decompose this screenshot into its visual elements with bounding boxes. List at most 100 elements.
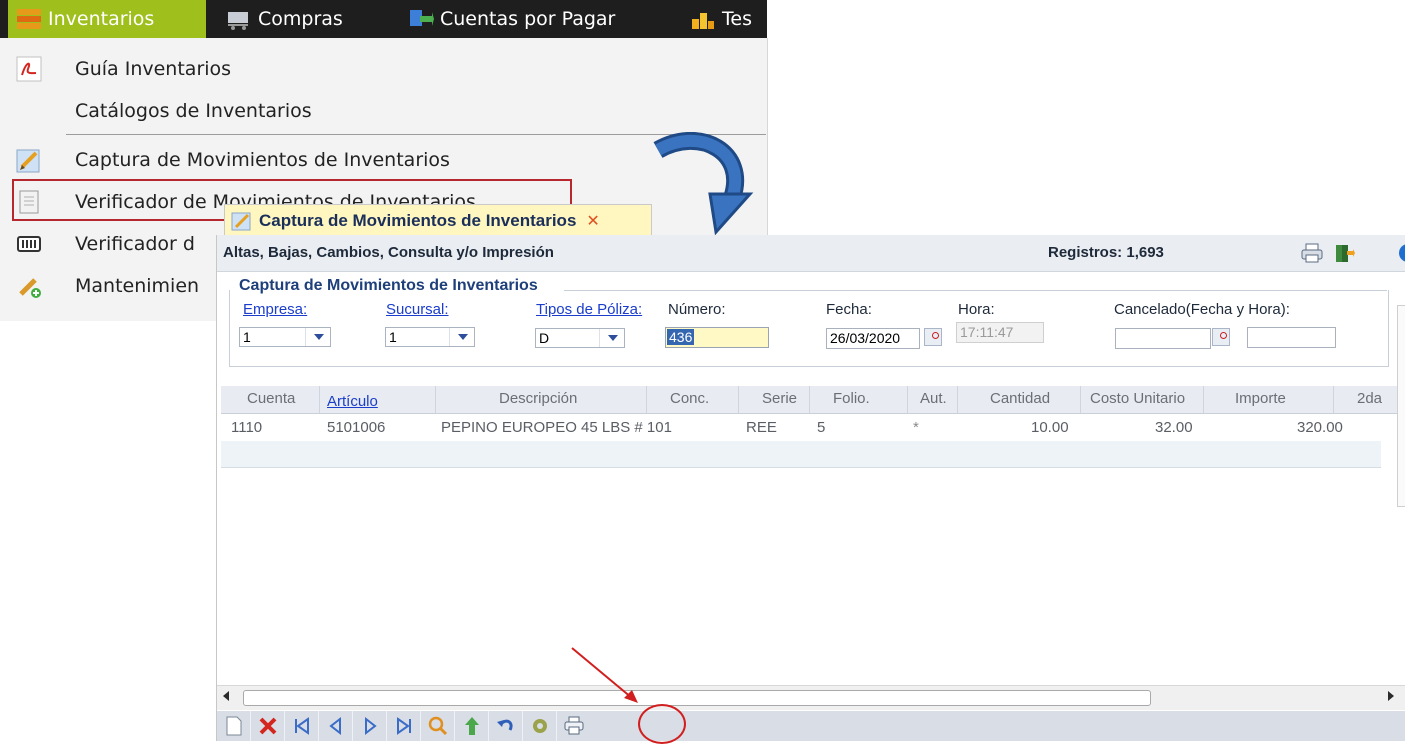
hora-input: 17:11:47 [956,322,1044,343]
coins-icon [690,7,716,31]
poliza-select[interactable]: D [535,328,625,348]
horizontal-scrollbar[interactable] [217,685,1405,710]
exit-icon[interactable] [1333,243,1355,263]
cell-articulo: 5101006 [327,419,386,436]
payables-icon [408,7,434,31]
calendar-icon[interactable] [1212,328,1230,346]
sucursal-value: 1 [389,329,397,345]
cell-descripcion: PEPINO EUROPEO 45 LBS # 101 [441,419,672,436]
menu-tesoreria[interactable]: Tes [690,0,752,38]
menu-cuentas-por-pagar[interactable]: Cuentas por Pagar [408,0,615,38]
capture-window: Altas, Bajas, Cambios, Consulta y/o Impr… [216,235,1405,741]
column-header[interactable]: 2da [1357,390,1382,407]
calendar-icon[interactable] [924,328,942,346]
column-divider [319,386,320,413]
last-icon [397,717,411,735]
fecha-label: Fecha: [826,301,872,318]
column-header[interactable]: Aut. [920,390,947,407]
hora-value: 17:11:47 [960,324,1014,340]
menu-cuentas-label: Cuentas por Pagar [440,8,616,30]
column-header[interactable]: Descripción [499,390,577,407]
menu-item-catalogos[interactable]: Catálogos de Inventarios [0,90,767,132]
search-button[interactable] [421,711,455,741]
scroll-left-icon[interactable] [223,691,229,701]
vertical-scrollbar[interactable] [1397,305,1405,507]
cell-cuenta: 1110 [231,419,263,436]
first-record-button[interactable] [285,711,319,741]
cell-cantidad: 10.00 [1031,419,1069,436]
column-header[interactable]: Cantidad [990,390,1050,407]
menu-item-guia-inventarios[interactable]: Guía Inventarios [0,48,767,90]
column-header[interactable]: Artículo [327,393,378,410]
next-icon [365,716,377,736]
table-row-empty[interactable] [221,441,1381,468]
print-icon[interactable] [1301,243,1323,263]
print-icon [564,716,584,735]
gear-icon [533,719,547,733]
top-menu-bar: Inventarios Compras Cuentas por Pagar Te… [0,0,767,38]
menu-inventarios[interactable]: Inventarios [8,0,206,38]
dropdown-button[interactable] [449,328,474,346]
cancelado-time-input[interactable] [1247,327,1336,348]
up-arrow-icon [465,717,479,735]
column-header[interactable]: Cuenta [247,390,295,407]
sucursal-select[interactable]: 1 [385,327,475,347]
fieldset-legend: Captura de Movimientos de Inventarios [235,277,542,295]
empresa-value: 1 [243,329,251,345]
table-row[interactable]: 1110 5101006 PEPINO EUROPEO 45 LBS # 101… [221,414,1381,443]
scroll-thumb[interactable] [243,690,1151,706]
window-tab[interactable]: Captura de Movimientos de Inventarios ✕ [224,204,652,236]
numero-value: 436 [667,329,695,345]
process-button[interactable] [523,711,557,741]
close-icon[interactable]: ✕ [586,211,599,230]
column-header[interactable]: Conc. [670,390,709,407]
previous-record-button[interactable] [319,711,353,741]
upload-button[interactable] [455,711,489,741]
help-icon[interactable] [1397,243,1405,263]
column-divider [809,386,810,413]
menu-item-label: Verificador d [75,233,195,255]
poliza-label[interactable]: Tipos de Póliza: [536,301,642,318]
wrench-icon [16,273,42,299]
navigation-toolbar [217,711,1405,741]
chevron-down-icon [314,334,324,340]
curved-arrow-icon [653,132,754,236]
fecha-input[interactable]: 26/03/2020 [826,328,920,349]
scroll-right-icon[interactable] [1388,691,1394,701]
records-count: Registros: 1,693 [1048,244,1164,261]
column-header[interactable]: Folio. [833,390,870,407]
column-divider [646,386,647,413]
new-button[interactable] [217,711,251,741]
dropdown-button[interactable] [305,328,330,346]
cell-costo: 32.00 [1155,419,1193,436]
print-button[interactable] [557,711,591,741]
dropdown-button[interactable] [599,329,624,347]
menu-compras[interactable]: Compras [226,0,343,38]
column-divider [738,386,739,413]
column-header[interactable]: Importe [1235,390,1286,407]
next-record-button[interactable] [353,711,387,741]
window-header: Altas, Bajas, Cambios, Consulta y/o Impr… [217,235,1405,272]
numero-label: Número: [668,301,726,318]
grid-header: Cuenta Artículo Descripción Conc. Serie … [221,386,1405,414]
menu-item-label: Catálogos de Inventarios [75,100,312,122]
empresa-label[interactable]: Empresa: [243,301,307,318]
column-header[interactable]: Costo Unitario [1090,390,1185,407]
first-icon [295,717,309,735]
fecha-value: 26/03/2020 [830,330,901,346]
column-header[interactable]: Serie [762,390,797,407]
tab-title: Captura de Movimientos de Inventarios [259,210,577,230]
cancelado-date-input[interactable] [1115,328,1211,349]
numero-input[interactable]: 436 [665,327,769,348]
column-divider [435,386,436,413]
delete-icon [259,717,277,735]
undo-button[interactable] [489,711,523,741]
chevron-down-icon [458,334,468,340]
empresa-select[interactable]: 1 [239,327,331,347]
menu-item-label: Mantenimien [75,275,200,297]
last-record-button[interactable] [387,711,421,741]
chevron-down-icon [608,335,618,341]
delete-button[interactable] [251,711,285,741]
menu-inventarios-label: Inventarios [48,8,155,30]
sucursal-label[interactable]: Sucursal: [386,301,449,318]
